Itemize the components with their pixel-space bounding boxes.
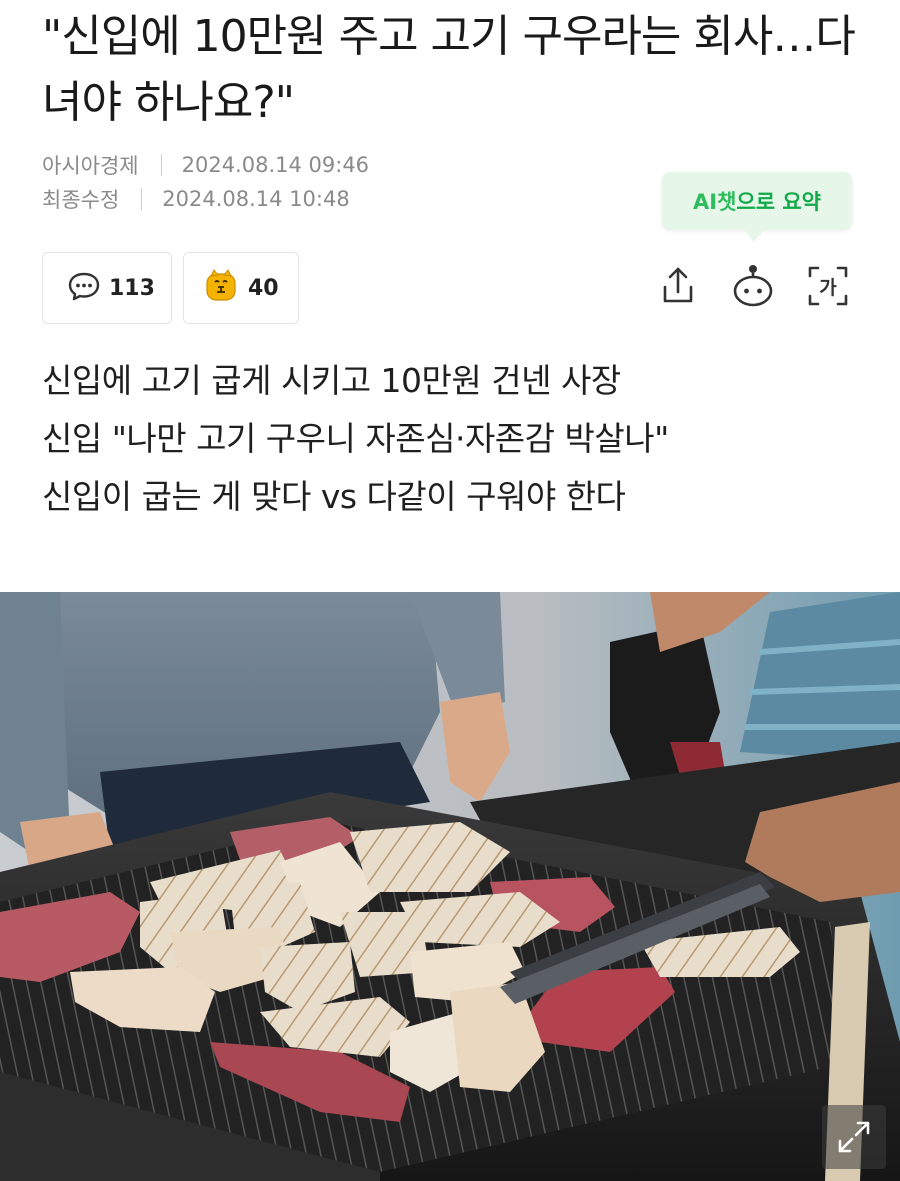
divider <box>141 188 143 210</box>
expand-button[interactable] <box>822 1105 886 1169</box>
published-date: 2024.08.14 09:46 <box>181 153 370 177</box>
reaction-count: 40 <box>248 275 279 301</box>
article-title: "신입에 10만원 주고 고기 구우라는 회사…다녀야 하나요?" <box>42 11 856 128</box>
summary-line: 신입이 굽는 게 맞다 vs 다같이 구워야 한다 <box>42 477 626 516</box>
comment-button[interactable]: 113 <box>42 252 172 324</box>
ai-summary-prefix: AI챗 <box>693 190 737 214</box>
font-size-label: 가 <box>819 276 837 299</box>
emoji-face-icon <box>202 268 240 308</box>
grill-photo-illustration <box>0 592 900 1181</box>
article-photo[interactable] <box>0 592 900 1181</box>
modified-info: 최종수정 2024.08.14 10:48 <box>42 184 350 214</box>
publish-info: 아시아경제 2024.08.14 09:46 <box>42 150 369 180</box>
publisher-name[interactable]: 아시아경제 <box>42 150 139 180</box>
ai-summary-suffix: 으로 요약 <box>736 190 821 214</box>
article-summary: 신입에 고기 굽게 시키고 10만원 건넨 사장 신입 "나만 고기 구우니 자… <box>42 352 862 526</box>
summary-line: 신입 "나만 고기 구우니 자존심·자존감 박살나" <box>42 419 669 458</box>
expand-icon <box>838 1121 870 1153</box>
divider <box>160 154 162 176</box>
summary-line: 신입에 고기 굽게 시키고 10만원 건넨 사장 <box>42 361 621 400</box>
comment-count: 113 <box>109 275 155 301</box>
reaction-button[interactable]: 40 <box>183 252 299 324</box>
ai-summary-button[interactable]: AI챗 으로 요약 <box>662 172 852 242</box>
font-size-button[interactable]: 가 <box>806 262 850 310</box>
speech-bubble-icon <box>67 271 101 305</box>
chatbot-icon[interactable] <box>731 262 775 310</box>
modified-label: 최종수정 <box>42 188 120 212</box>
share-icon[interactable] <box>656 262 700 310</box>
modified-date: 2024.08.14 10:48 <box>162 187 350 211</box>
